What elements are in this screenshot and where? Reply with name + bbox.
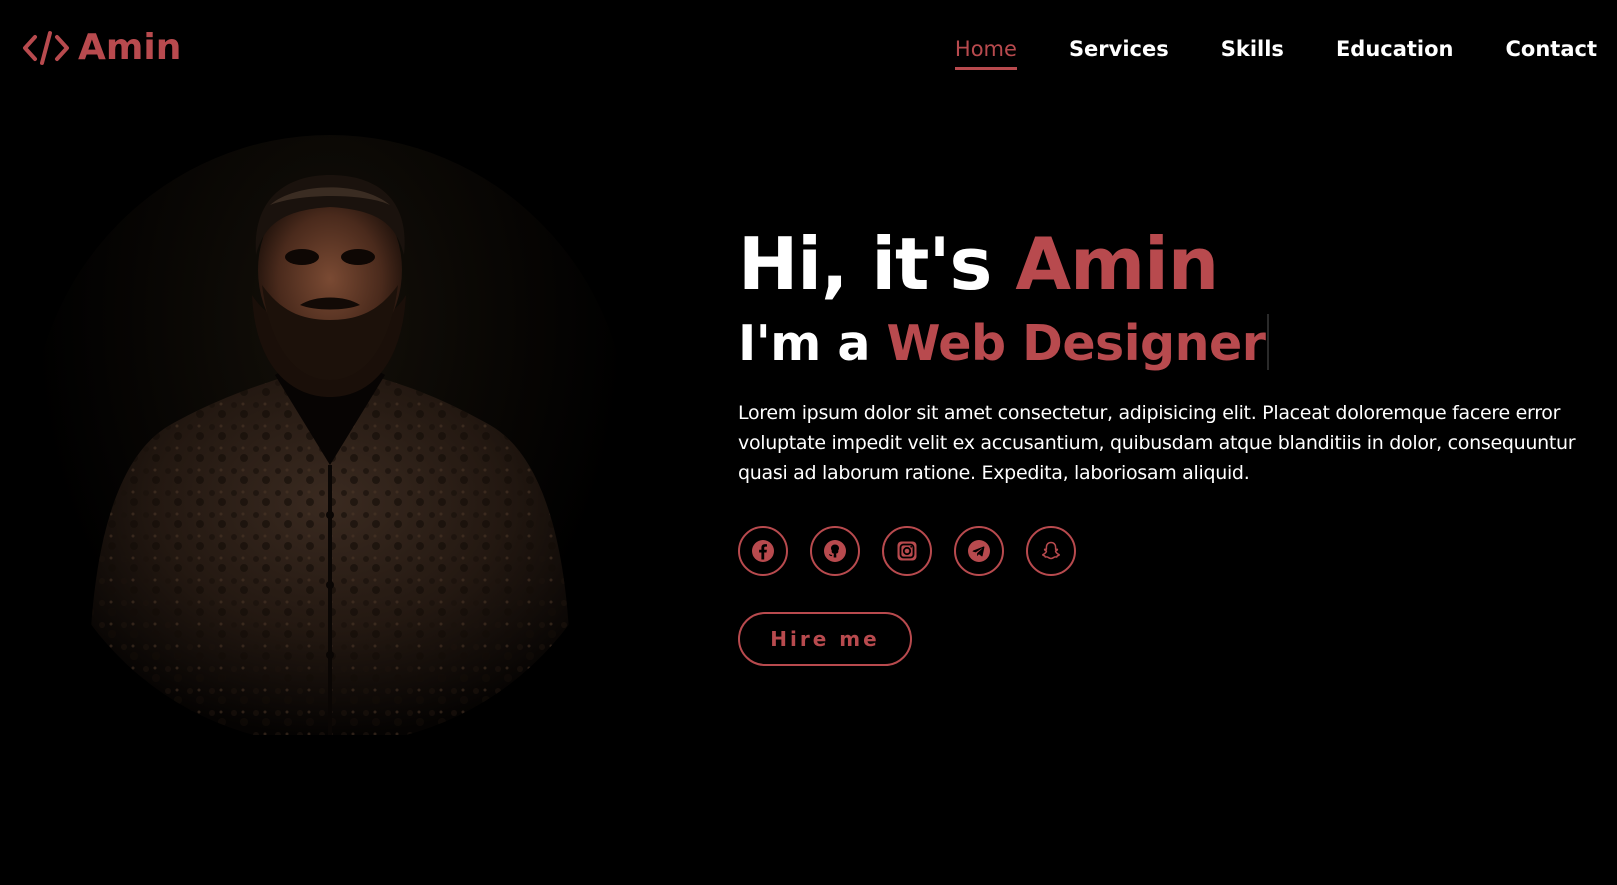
typing-caret: [1267, 314, 1270, 370]
hero-intro: Lorem ipsum dolor sit amet consectetur, …: [738, 402, 1576, 484]
instagram-link[interactable]: [882, 526, 932, 576]
role-prefix: I'm a: [738, 315, 887, 372]
nav-item-contact[interactable]: Contact: [1506, 34, 1598, 68]
snapchat-icon: [1042, 541, 1060, 560]
facebook-icon: [752, 540, 774, 562]
hero-role: I'm a Web Designer: [738, 312, 1588, 376]
nav-item-services[interactable]: Services: [1069, 34, 1169, 68]
telegram-link[interactable]: [954, 526, 1004, 576]
facebook-link[interactable]: [738, 526, 788, 576]
hero-section: Hi, it's Amin I'm a Web Designer Lorem i…: [738, 218, 1588, 666]
main-nav: Home Services Skills Education Contact: [903, 34, 1598, 70]
code-icon: [22, 28, 70, 68]
greeting-prefix: Hi, it's: [738, 222, 1016, 306]
nav-item-home[interactable]: Home: [954, 34, 1017, 70]
nav-item-skills[interactable]: Skills: [1221, 34, 1284, 68]
github-link[interactable]: [810, 526, 860, 576]
instagram-icon: [897, 541, 917, 561]
greeting-name: Amin: [1015, 222, 1219, 306]
logo-text: Amin: [78, 27, 182, 68]
logo[interactable]: Amin: [22, 26, 181, 70]
profile-photo: [30, 135, 630, 745]
social-links: [738, 526, 1588, 576]
hero-greeting: Hi, it's Amin: [738, 218, 1588, 310]
role-title: Web Designer: [886, 315, 1266, 372]
github-icon: [824, 540, 846, 562]
page: Amin Home Services Skills Education Cont…: [0, 0, 1617, 885]
telegram-icon: [968, 540, 990, 562]
nav-item-education[interactable]: Education: [1336, 34, 1454, 68]
hire-me-button[interactable]: Hire me: [738, 612, 912, 666]
snapchat-link[interactable]: [1026, 526, 1076, 576]
